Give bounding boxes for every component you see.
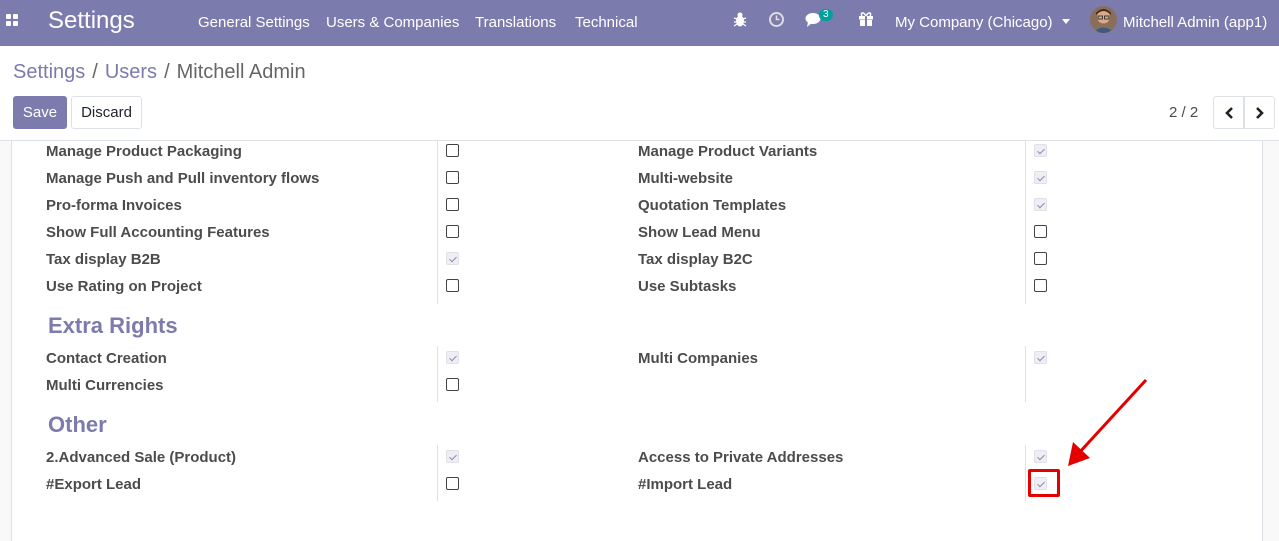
annotation-arrow-icon: [1068, 378, 1148, 466]
field-label: Manage Push and Pull inventory flows: [46, 170, 320, 187]
column-separator: [1025, 346, 1026, 402]
field-label: Manage Product Packaging: [46, 143, 242, 160]
top-navbar: Settings General Settings Users & Compan…: [0, 0, 1279, 46]
highlight-box: [1028, 469, 1060, 497]
breadcrumb-current: Mitchell Admin: [176, 61, 306, 83]
section-title-extra-rights: Extra Rights: [48, 313, 178, 338]
app-title: Settings: [48, 7, 135, 34]
checkbox[interactable]: [1034, 171, 1047, 184]
field-label: Pro-forma Invoices: [46, 197, 182, 214]
field-label: Tax display B2B: [46, 251, 161, 268]
field-label: Use Subtasks: [638, 278, 737, 295]
checkbox[interactable]: [446, 351, 459, 364]
menu-users-companies[interactable]: Users & Companies: [326, 14, 459, 31]
field-label: Show Lead Menu: [638, 224, 761, 241]
apps-menu-icon[interactable]: [6, 14, 20, 28]
field-label: Tax display B2C: [638, 251, 753, 268]
menu-translations[interactable]: Translations: [475, 14, 556, 31]
column-separator: [437, 141, 438, 304]
checkbox[interactable]: [446, 252, 459, 265]
checkbox[interactable]: [1034, 252, 1047, 265]
discard-button[interactable]: Discard: [71, 96, 142, 129]
field-label: #Import Lead: [638, 476, 733, 493]
section-title-other: Other: [48, 412, 107, 437]
field-label: Show Full Accounting Features: [46, 224, 270, 241]
breadcrumb-separator: /: [164, 61, 170, 83]
breadcrumb-settings[interactable]: Settings: [13, 61, 85, 83]
field-label: Manage Product Variants: [638, 143, 818, 160]
column-separator: [437, 445, 438, 501]
field-label: Contact Creation: [46, 350, 167, 367]
form-sheet: [11, 141, 1263, 541]
checkbox[interactable]: [446, 279, 459, 292]
checkbox[interactable]: [1034, 351, 1047, 364]
menu-general-settings[interactable]: General Settings: [198, 14, 310, 31]
checkbox[interactable]: [446, 144, 459, 157]
pager-value: 2 / 2: [1169, 104, 1199, 121]
field-label: Multi Currencies: [46, 377, 164, 394]
field-label: Multi-website: [638, 170, 734, 187]
bug-icon[interactable]: [732, 11, 748, 34]
checkbox[interactable]: [446, 171, 459, 184]
checkbox[interactable]: [1034, 279, 1047, 292]
menu-technical[interactable]: Technical: [575, 14, 638, 31]
checkbox[interactable]: [446, 198, 459, 211]
checkbox[interactable]: [1034, 198, 1047, 211]
field-label: Access to Private Addresses: [638, 449, 844, 466]
field-label: #Export Lead: [46, 476, 142, 493]
messages-count-badge: 3: [819, 9, 833, 21]
company-name: My Company (Chicago): [895, 14, 1053, 31]
company-switcher[interactable]: My Company (Chicago): [895, 14, 1070, 31]
pager-previous-button[interactable]: [1213, 96, 1244, 129]
checkbox[interactable]: [446, 450, 459, 463]
checkbox[interactable]: [1034, 225, 1047, 238]
breadcrumb-users[interactable]: Users: [105, 61, 157, 83]
column-separator: [1025, 141, 1026, 304]
gift-icon[interactable]: [858, 11, 874, 32]
breadcrumb: Settings / Users / Mitchell Admin: [13, 61, 306, 84]
user-menu[interactable]: Mitchell Admin (app1): [1123, 14, 1267, 31]
breadcrumb-separator: /: [92, 61, 98, 83]
pager-next-button[interactable]: [1244, 96, 1275, 129]
checkbox[interactable]: [1034, 144, 1047, 157]
chevron-right-icon: [1255, 106, 1264, 119]
column-separator: [437, 346, 438, 402]
save-button[interactable]: Save: [13, 96, 67, 129]
checkbox[interactable]: [446, 225, 459, 238]
chevron-left-icon: [1224, 106, 1233, 119]
avatar[interactable]: [1090, 6, 1117, 33]
field-label: Quotation Templates: [638, 197, 787, 214]
field-label: 2.Advanced Sale (Product): [46, 449, 237, 466]
checkbox[interactable]: [446, 378, 459, 391]
checkbox[interactable]: [1034, 450, 1047, 463]
clock-icon[interactable]: [768, 11, 785, 33]
column-separator: [1025, 445, 1026, 501]
chevron-down-icon: [1061, 19, 1070, 24]
field-label: Use Rating on Project: [46, 278, 202, 295]
field-label: Multi Companies: [638, 350, 759, 367]
checkbox[interactable]: [446, 477, 459, 490]
